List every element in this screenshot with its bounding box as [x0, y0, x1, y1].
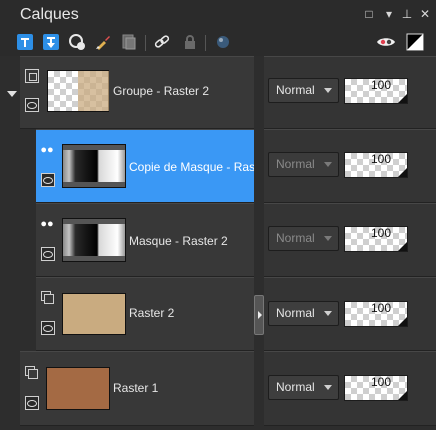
visibility-eye-icon[interactable] — [25, 396, 39, 410]
slider-corner-icon — [398, 391, 407, 400]
duplicate-layer-icon[interactable] — [119, 32, 139, 52]
blend-mode-select[interactable]: Normal — [268, 78, 339, 103]
layer-name: Masque - Raster 2 — [129, 234, 228, 248]
slider-corner-icon — [398, 94, 407, 103]
raster-layer-icon — [24, 365, 38, 379]
group-layer-icon — [25, 69, 39, 83]
blend-mode-select[interactable]: Normal — [268, 301, 339, 326]
link-icon[interactable] — [152, 32, 172, 52]
chevron-down-icon — [324, 88, 332, 93]
layer-name: Copie de Masque - Raster 2 — [129, 160, 254, 174]
toolbar-separator — [205, 35, 206, 51]
layer-row-group[interactable]: Groupe - Raster 2 Normal 100 — [0, 56, 436, 129]
layer-name: Groupe - Raster 2 — [113, 84, 210, 98]
layer-thumbnail — [62, 218, 126, 262]
layer-row-mask-copy[interactable]: ●● Copie de Masque - Raster 2 Normal 100 — [0, 129, 436, 203]
blend-mode-select[interactable]: Normal — [268, 375, 339, 400]
add-mask-icon[interactable] — [67, 32, 87, 52]
toolbar-separator — [145, 35, 146, 51]
layer-name: Raster 1 — [113, 381, 159, 395]
visibility-eye-icon[interactable] — [41, 247, 55, 261]
lock-icon[interactable] — [180, 32, 200, 52]
opacity-slider[interactable]: 100 — [344, 78, 408, 104]
chevron-down-icon — [324, 385, 332, 390]
layer-row-raster-1[interactable]: Raster 1 Normal 100 — [0, 351, 436, 426]
pin-icon[interactable]: ⊥ — [400, 6, 414, 22]
opacity-slider[interactable]: 100 — [344, 301, 408, 327]
layer-thumbnail — [62, 144, 126, 188]
chevron-down-icon — [324, 162, 332, 167]
chevron-down-icon — [324, 311, 332, 316]
raster-layer-icon — [40, 290, 54, 304]
visibility-eye-icon[interactable] — [41, 173, 55, 187]
close-icon[interactable]: ✕ — [418, 6, 432, 22]
visibility-mask-icon[interactable] — [376, 32, 396, 52]
layer-name: Raster 2 — [129, 306, 175, 320]
new-layer-icon[interactable] — [15, 32, 35, 52]
panel-splitter-handle[interactable] — [254, 295, 264, 335]
chevron-down-icon — [324, 236, 332, 241]
sphere-icon[interactable] — [213, 32, 233, 52]
layers-toolbar — [0, 30, 436, 56]
opacity-slider[interactable]: 100 — [344, 375, 408, 401]
mask-layer-icon: ●● — [40, 144, 54, 156]
slider-corner-icon — [398, 168, 407, 177]
visibility-eye-icon[interactable] — [25, 98, 39, 112]
paint-brush-icon[interactable] — [93, 32, 113, 52]
panel-titlebar: Calques □ ▾ ⊥ ✕ — [0, 0, 436, 30]
layer-thumbnail — [47, 70, 109, 112]
dropdown-icon[interactable]: ▾ — [382, 6, 396, 22]
half-tone-icon[interactable] — [405, 32, 425, 52]
panel-title: Calques — [20, 6, 79, 23]
layer-row-mask[interactable]: ●● Masque - Raster 2 Normal 100 — [0, 203, 436, 277]
slider-corner-icon — [398, 242, 407, 251]
layer-row-left[interactable]: Groupe - Raster 2 — [20, 56, 254, 129]
blend-mode-select: Normal — [268, 152, 339, 177]
opacity-slider[interactable]: 100 — [344, 226, 408, 252]
layer-thumbnail — [62, 293, 126, 335]
layers-list: Groupe - Raster 2 Normal 100 ●● Copie de… — [0, 56, 436, 430]
delete-layer-icon[interactable] — [41, 32, 61, 52]
layer-row-left[interactable]: Raster 1 — [20, 351, 254, 426]
layer-row-left[interactable]: ●● Copie de Masque - Raster 2 — [36, 129, 254, 203]
layer-row-raster-2[interactable]: Raster 2 Normal 100 — [0, 277, 436, 351]
layer-row-left[interactable]: Raster 2 — [36, 277, 254, 351]
blend-mode-select: Normal — [268, 226, 339, 251]
collapse-arrow-icon[interactable] — [7, 91, 17, 97]
opacity-slider[interactable]: 100 — [344, 152, 408, 178]
layer-row-left[interactable]: ●● Masque - Raster 2 — [36, 203, 254, 277]
visibility-eye-icon[interactable] — [41, 321, 55, 335]
layer-thumbnail — [46, 367, 110, 410]
mask-layer-icon: ●● — [40, 218, 54, 230]
restore-icon[interactable]: □ — [362, 6, 376, 22]
slider-corner-icon — [398, 317, 407, 326]
